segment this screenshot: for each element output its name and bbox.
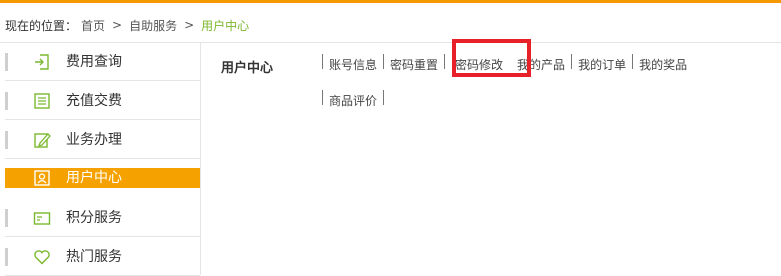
sidebar-item-recharge[interactable]: 充值交费 xyxy=(5,82,200,120)
sidebar-item-label: 热门服务 xyxy=(66,249,122,265)
sidebar-item-hot-services[interactable]: 热门服务 xyxy=(5,238,200,276)
heart-icon xyxy=(33,248,51,266)
breadcrumb-prefix: 现在的位置： xyxy=(5,18,78,33)
sidebar-item-user-center[interactable]: 用户中心 xyxy=(5,168,200,188)
sidebar-item-label: 充值交费 xyxy=(66,93,122,109)
sidebar-item-label: 业务办理 xyxy=(66,132,122,148)
top-accent-bar xyxy=(0,0,781,3)
tab-password-reset[interactable]: 密码重置 xyxy=(384,56,444,73)
breadcrumb-separator: > xyxy=(184,18,195,32)
sidebar-item-label: 积分服务 xyxy=(66,210,122,226)
sidebar-item-marker xyxy=(5,248,8,266)
breadcrumb-current: 用户中心 xyxy=(201,18,250,33)
breadcrumb-self-service-link[interactable]: 自助服务 xyxy=(129,17,177,34)
sidebar-item-marker xyxy=(5,92,8,110)
sidebar-item-fee-query[interactable]: 费用查询 xyxy=(5,43,200,81)
tab-divider xyxy=(383,89,385,105)
sidebar-item-label: 用户中心 xyxy=(66,170,122,186)
card-icon xyxy=(33,209,51,227)
receipt-icon xyxy=(33,92,51,110)
tab-product-review[interactable]: 商品评价 xyxy=(323,92,383,109)
highlight-box xyxy=(452,39,531,77)
tab-account-info[interactable]: 账号信息 xyxy=(323,56,383,73)
sidebar-item-marker xyxy=(5,209,8,227)
edit-pen-icon xyxy=(33,131,51,149)
sidebar-item-marker xyxy=(5,131,8,149)
breadcrumb-separator: > xyxy=(112,18,123,32)
sidebar-item-business[interactable]: 业务办理 xyxy=(5,121,200,159)
tab-my-orders[interactable]: 我的订单 xyxy=(572,56,632,73)
login-door-icon xyxy=(33,53,51,71)
user-card-icon xyxy=(33,169,51,187)
sidebar-item-points[interactable]: 积分服务 xyxy=(5,199,200,237)
sidebar: 费用查询 充值交费 业务办理 用户中心 积分服务 热门服务 xyxy=(5,43,201,276)
breadcrumb: 现在的位置： 首页 > 自助服务 > 用户中心 xyxy=(5,13,249,37)
sidebar-item-marker xyxy=(5,53,8,71)
tab-row-secondary: 商品评价 xyxy=(322,89,385,110)
sidebar-item-label: 费用查询 xyxy=(66,54,122,70)
breadcrumb-home-link[interactable]: 首页 xyxy=(81,17,105,34)
page-title: 用户中心 xyxy=(221,61,274,76)
tab-my-prizes[interactable]: 我的奖品 xyxy=(633,56,693,73)
